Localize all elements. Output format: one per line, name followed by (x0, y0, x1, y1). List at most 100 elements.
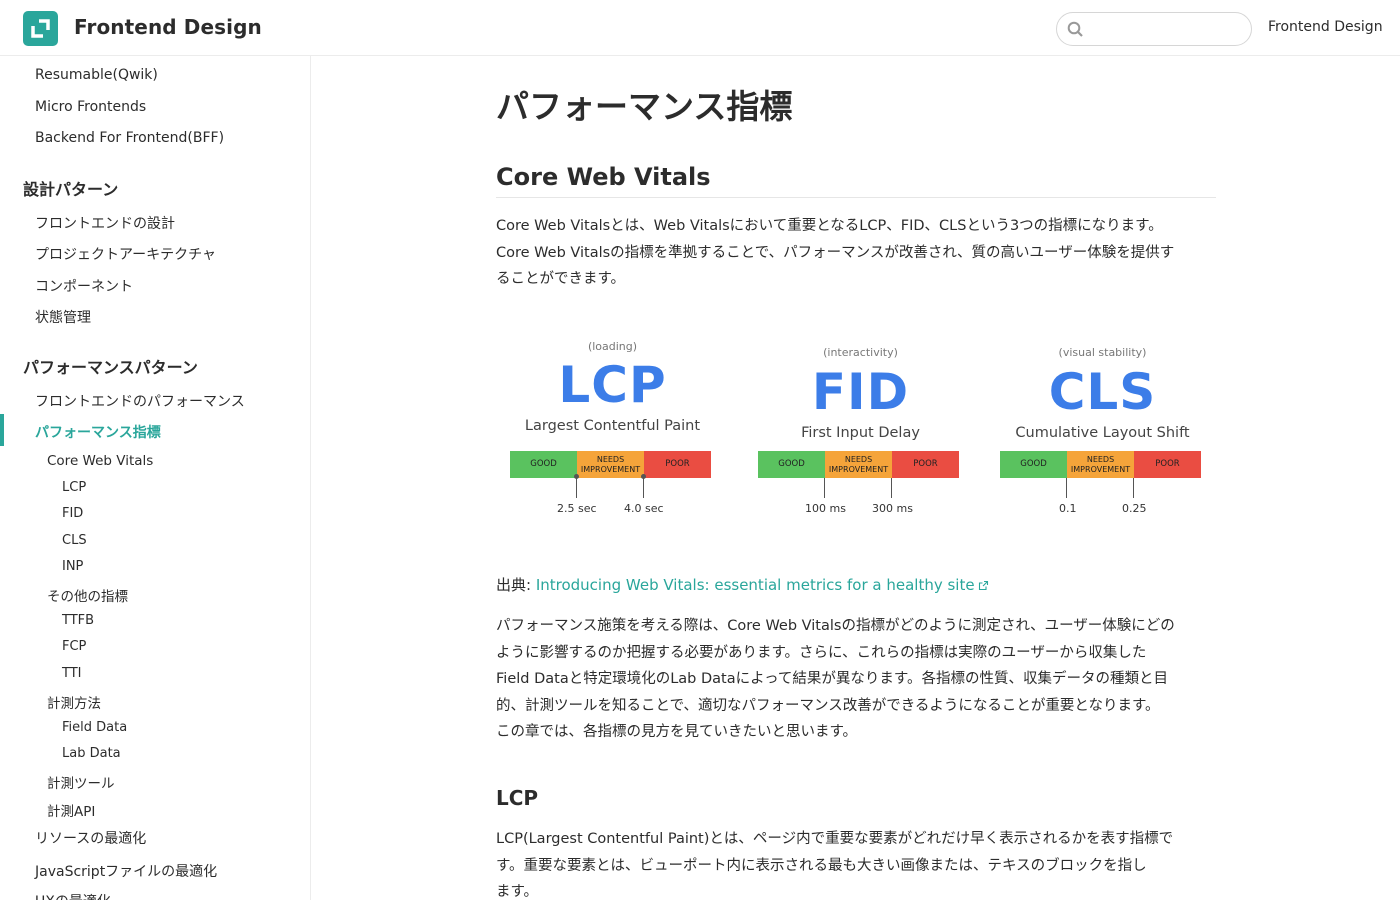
vital-abbr: CLS (1048, 363, 1157, 421)
segment-needs-line2: IMPROVEMENT (828, 464, 889, 474)
threshold-label-poor: 300 ms (872, 502, 913, 515)
sidebar-item-inp[interactable]: INP (62, 559, 83, 574)
intro-line: Core Web Vitalsとは、Web Vitalsにおいて重要となるLCP… (496, 218, 1163, 234)
vital-name: Cumulative Layout Shift (1015, 425, 1190, 441)
vital-category: (visual stability) (1058, 346, 1147, 359)
threshold-tick (1066, 478, 1067, 498)
sidebar-item-measurement-method[interactable]: 計測方法 (47, 692, 101, 712)
intro-line: Core Web Vitalsの指標を準拠することで、パフォーマンスが改善され、… (496, 244, 1175, 261)
sidebar-item-lcp[interactable]: LCP (62, 480, 86, 495)
sidebar-item-ux-optimization[interactable]: UXの最適化 (35, 891, 111, 900)
segment-needs-improvement: NEEDS IMPROVEMENT (577, 451, 644, 478)
sidebar-item-fcp[interactable]: FCP (62, 639, 86, 654)
sidebar-item-state-management[interactable]: 状態管理 (35, 307, 91, 327)
source-citation: 出典: Introducing Web Vitals: essential me… (496, 574, 989, 595)
source-link[interactable]: Introducing Web Vitals: essential metric… (536, 576, 975, 594)
threshold-tick (1133, 478, 1134, 498)
section-heading-lcp: LCP (496, 786, 539, 810)
sidebar-item-ttfb[interactable]: TTFB (62, 613, 94, 628)
segment-needs-line2: IMPROVEMENT (580, 464, 641, 474)
lcp-line: ます。 (496, 884, 539, 900)
search-input[interactable] (1089, 19, 1239, 39)
vital-category: (loading) (587, 340, 638, 353)
sidebar-section-performance[interactable]: パフォーマンスパターン (23, 354, 198, 378)
sidebar-item-fid[interactable]: FID (62, 506, 83, 521)
sidebar-item-micro-frontends[interactable]: Micro Frontends (35, 99, 146, 115)
sidebar-item-performance-metrics[interactable]: パフォーマンス指標 (35, 422, 161, 442)
intro-line: ることができます。 (496, 271, 626, 287)
sidebar-item-lab-data[interactable]: Lab Data (62, 746, 121, 761)
body-paragraph: パフォーマンス施策を考える際は、Core Web Vitalsの指標がどのように… (496, 613, 1221, 746)
vital-name: First Input Delay (801, 425, 920, 441)
sidebar-item-frontend-design[interactable]: フロントエンドの設計 (35, 213, 175, 233)
lcp-paragraph: LCP(Largest Contentful Paint)とは、ページ内で重要な… (496, 826, 1221, 900)
sidebar-item-core-web-vitals[interactable]: Core Web Vitals (47, 453, 153, 469)
section-heading-core-web-vitals: Core Web Vitals (496, 163, 711, 191)
lcp-line: す。重要な要素とは、ビューポート内に表示される最も大きい画像または、テキスのブロ… (496, 857, 1147, 874)
source-prefix: 出典: (496, 576, 536, 594)
sidebar-item-qwik[interactable]: Resumable(Qwik) (35, 67, 158, 83)
threshold-bar: GOOD NEEDS IMPROVEMENT POOR (510, 451, 711, 478)
sidebar-section-design[interactable]: 設計パターン (23, 176, 118, 200)
threshold-tick (824, 478, 825, 498)
vital-abbr: FID (811, 363, 910, 421)
sidebar-item-components[interactable]: コンポーネント (35, 276, 133, 296)
body-line: Field Dataと特定環境化のLab Dataによって結果が異なります。各指… (496, 671, 1168, 687)
segment-needs-improvement: NEEDS IMPROVEMENT (825, 451, 892, 478)
threshold-tick (891, 478, 892, 498)
segment-poor: POOR (644, 451, 711, 478)
segment-poor: POOR (1134, 451, 1201, 478)
sidebar: Resumable(Qwik) Micro Frontends Backend … (0, 56, 311, 900)
sidebar-item-bff[interactable]: Backend For Frontend(BFF) (35, 130, 224, 146)
sidebar-item-project-architecture[interactable]: プロジェクトアーキテクチャ (35, 244, 216, 264)
vital-abbr: LCP (558, 356, 667, 414)
segment-needs-line1: NEEDS (596, 455, 625, 464)
sidebar-item-other-metrics[interactable]: その他の指標 (47, 585, 128, 605)
sidebar-item-measurement-tools[interactable]: 計測ツール (47, 772, 115, 792)
segment-good: GOOD (510, 451, 577, 478)
sidebar-item-field-data[interactable]: Field Data (62, 720, 127, 735)
vital-lcp: (loading) LCP Largest Contentful Paint G… (510, 336, 715, 536)
external-link-icon[interactable] (978, 580, 989, 591)
logo-icon[interactable] (23, 11, 58, 46)
segment-needs-line1: NEEDS (1086, 455, 1115, 464)
sidebar-item-frontend-performance[interactable]: フロントエンドのパフォーマンス (35, 391, 245, 411)
segment-needs-line2: IMPROVEMENT (1070, 464, 1131, 474)
vital-cls: (visual stability) CLS Cumulative Layout… (1000, 343, 1205, 543)
lcp-line: LCP(Largest Contentful Paint)とは、ページ内で重要な… (496, 831, 1174, 847)
threshold-bar: GOOD NEEDS IMPROVEMENT POOR (758, 451, 959, 478)
segment-good: GOOD (1000, 451, 1067, 478)
body-line: 的、計測ツールを知ることで、適切なパフォーマンス改善ができるようになることが重要… (496, 697, 1160, 714)
search-box[interactable] (1056, 12, 1252, 46)
threshold-bar: GOOD NEEDS IMPROVEMENT POOR (1000, 451, 1201, 478)
segment-good: GOOD (758, 451, 825, 478)
sidebar-item-measurement-api[interactable]: 計測API (47, 800, 95, 820)
segment-poor: POOR (892, 451, 959, 478)
vital-name: Largest Contentful Paint (524, 418, 701, 434)
heading-divider (496, 197, 1216, 198)
sidebar-item-resource-optimization[interactable]: リソースの最適化 (35, 828, 146, 848)
body-line: パフォーマンス施策を考える際は、Core Web Vitalsの指標がどのように… (496, 618, 1175, 634)
vital-fid: (interactivity) FID First Input Delay GO… (758, 343, 963, 543)
nav-link-home[interactable]: Frontend Design (1268, 19, 1383, 35)
threshold-label-good: 100 ms (805, 502, 846, 515)
sidebar-item-js-optimization[interactable]: JavaScriptファイルの最適化 (35, 861, 217, 881)
threshold-label-good: 2.5 sec (557, 502, 597, 515)
top-header: Frontend Design Frontend Design (0, 0, 1400, 56)
sidebar-item-cls[interactable]: CLS (62, 533, 87, 548)
threshold-tick (576, 478, 577, 498)
body-line: この章では、各指標の見方を見ていきたいと思います。 (496, 724, 858, 740)
active-indicator (0, 414, 4, 446)
vital-category: (interactivity) (823, 346, 898, 359)
threshold-label-poor: 4.0 sec (624, 502, 664, 515)
threshold-label-good: 0.1 (1059, 502, 1077, 515)
brand-title[interactable]: Frontend Design (74, 15, 262, 39)
page-title: パフォーマンス指標 (496, 87, 793, 126)
intro-paragraph: Core Web Vitalsとは、Web Vitalsにおいて重要となるLCP… (496, 213, 1221, 293)
search-icon (1067, 21, 1083, 37)
threshold-label-poor: 0.25 (1122, 502, 1147, 515)
main-content: パフォーマンス指標 Core Web Vitals Core Web Vital… (311, 56, 1400, 900)
segment-needs-line1: NEEDS (844, 455, 873, 464)
body-line: ように影響するのか把握する必要があります。さらに、これらの指標は実際のユーザーか… (496, 644, 1147, 661)
sidebar-item-tti[interactable]: TTI (62, 666, 82, 681)
